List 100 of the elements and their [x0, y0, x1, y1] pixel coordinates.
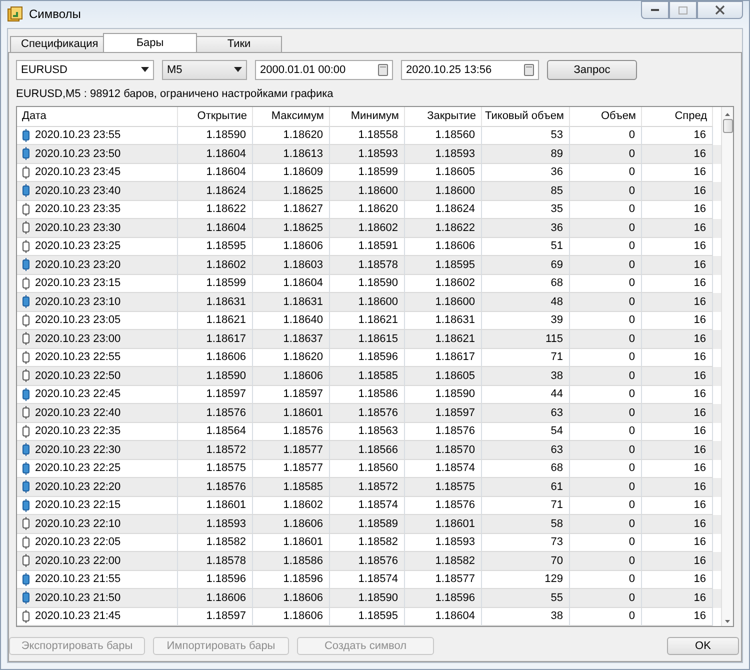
table-cell: 0: [570, 330, 642, 348]
table-cell: 16: [642, 552, 713, 570]
column-header[interactable]: Максимум: [253, 106, 330, 126]
table-cell: 16: [642, 589, 713, 608]
tab[interactable]: Бары: [103, 32, 197, 52]
table-cell: 1.18605: [405, 367, 482, 386]
table-cell: 1.18589: [330, 515, 405, 534]
table-cell: 16: [642, 608, 713, 626]
table-cell: 1.18576: [330, 552, 405, 570]
scroll-thumb[interactable]: [722, 118, 732, 132]
table-cell: 1.18585: [253, 478, 330, 496]
column-header[interactable]: Объем: [570, 106, 642, 126]
table-cell: 1.18566: [330, 441, 405, 460]
table-cell: 38: [482, 608, 570, 626]
timeframe-dropdown[interactable]: M5: [162, 60, 247, 80]
scrollbar[interactable]: [721, 106, 733, 626]
table-cell: 1.18606: [178, 589, 253, 608]
table-cell: 2020.10.23 23:05: [35, 314, 121, 326]
window-title: Символы: [29, 7, 81, 22]
caret-icon: [234, 67, 242, 72]
table-cell: 1.18637: [253, 330, 330, 348]
table-cell: 2020.10.23 22:25: [35, 462, 121, 474]
table-cell: 16: [642, 330, 713, 348]
table-cell: 63: [482, 441, 570, 460]
table-cell: 2020.10.23 21:50: [35, 592, 121, 604]
table-cell: 1.18596: [405, 589, 482, 608]
table-cell: 1.18590: [178, 367, 253, 386]
table-cell: 1.18576: [178, 404, 253, 422]
table-cell: 1.18577: [253, 441, 330, 460]
table-cell: 16: [642, 293, 713, 312]
date-from-field[interactable]: 2000.01.01 00:00: [255, 60, 393, 80]
table-cell: 2020.10.23 22:35: [35, 425, 121, 438]
table-cell: 1.18624: [178, 182, 253, 200]
tab[interactable]: Тики: [196, 36, 282, 52]
table-cell: 1.18603: [253, 256, 330, 274]
table-cell: 1.18604: [178, 145, 253, 164]
table-cell: 1.18576: [178, 478, 253, 496]
table-cell: 2020.10.23 22:00: [35, 554, 121, 567]
table-cell: 16: [642, 404, 713, 422]
table-cell: 61: [482, 478, 570, 496]
table-cell: 1.18602: [178, 256, 253, 274]
table-cell: 1.18590: [330, 589, 405, 608]
table-cell: 1.18578: [330, 256, 405, 274]
minimize-icon: [650, 8, 660, 12]
table-cell: 2020.10.23 22:45: [35, 388, 121, 400]
table-cell: 1.18604: [178, 219, 253, 238]
table-cell: 2020.10.23 22:10: [35, 518, 121, 530]
calendar-icon[interactable]: [378, 64, 388, 76]
close-icon: [715, 5, 725, 15]
table-cell: 1.18631: [253, 293, 330, 312]
action-button[interactable]: OK: [667, 637, 739, 655]
table-cell: 1.18621: [405, 330, 482, 348]
table-cell: 1.18625: [253, 219, 330, 238]
table-cell: 1.18602: [330, 219, 405, 238]
column-header[interactable]: Дата: [17, 106, 178, 126]
maximize-icon: [678, 6, 688, 14]
table-cell: 16: [642, 219, 713, 238]
table-cell: 1.18578: [178, 552, 253, 570]
table-cell: 1.18582: [405, 552, 482, 570]
tab[interactable]: Спецификация: [10, 36, 104, 52]
table-cell: 1.18606: [253, 367, 330, 386]
date-to-field[interactable]: 2020.10.25 13:56: [401, 60, 539, 80]
table-cell: 70: [482, 552, 570, 570]
column-header[interactable]: Закрытие: [405, 106, 482, 126]
table-cell: 1.18586: [253, 552, 330, 570]
table-cell: 1.18585: [330, 367, 405, 386]
table-cell: 16: [642, 182, 713, 200]
table-cell: 0: [570, 552, 642, 570]
table-cell: 1.18595: [405, 256, 482, 274]
table-cell: 0: [570, 441, 642, 460]
table-cell: 0: [570, 478, 642, 496]
table-cell: 2020.10.23 23:50: [35, 148, 121, 160]
table-cell: 2020.10.23 22:40: [35, 406, 121, 419]
table-cell: 1.18595: [330, 608, 405, 626]
column-header[interactable]: Спред: [642, 106, 713, 126]
table-cell: 0: [570, 404, 642, 422]
calendar-icon[interactable]: [524, 64, 534, 76]
table-cell: 16: [642, 478, 713, 496]
status-text: EURUSD,M5 : 98912 баров, ограничено настройками графика: [16, 88, 334, 100]
table-cell: 2020.10.23 21:45: [35, 610, 121, 622]
column-header[interactable]: Минимум: [330, 106, 405, 126]
table-cell: 1.18625: [253, 182, 330, 200]
symbol-dropdown[interactable]: EURUSD: [16, 60, 154, 80]
table-cell: 2020.10.23 22:55: [35, 351, 121, 364]
table-cell: 1.18606: [253, 589, 330, 608]
table-cell: 1.18615: [330, 330, 405, 348]
table-cell: 2020.10.23 23:35: [35, 203, 121, 216]
table-cell: 115: [482, 330, 570, 348]
table-cell: 1.18600: [405, 182, 482, 200]
table-cell: 2020.10.23 21:55: [35, 573, 121, 586]
column-header[interactable]: Тиковый объем: [482, 106, 570, 126]
close-button[interactable]: [697, 1, 743, 19]
table-cell: 2020.10.23 23:55: [35, 129, 121, 142]
table-cell: 89: [482, 145, 570, 164]
request-button[interactable]: Запрос: [547, 60, 637, 80]
minimize-button[interactable]: [641, 1, 669, 19]
table-cell: 1.18576: [330, 404, 405, 422]
column-header[interactable]: Открытие: [178, 106, 253, 126]
table-cell: 16: [642, 441, 713, 460]
table-cell: 1.18593: [178, 515, 253, 534]
